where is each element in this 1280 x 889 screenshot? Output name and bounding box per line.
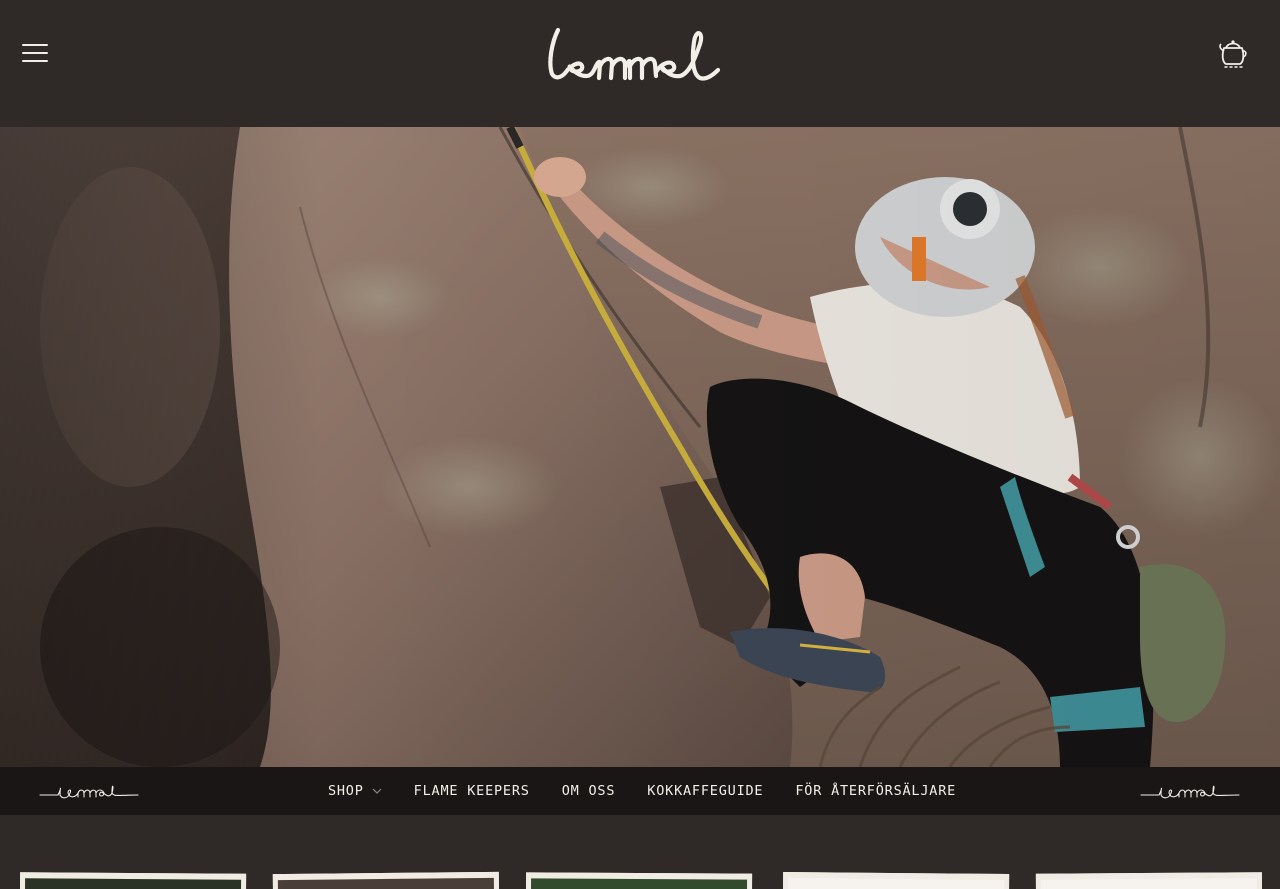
nav-item-flame-keepers[interactable]: FLAME KEEPERS bbox=[414, 783, 530, 799]
nav-label: FÖR ÅTERFÖRSÄLJARE bbox=[795, 783, 957, 799]
site-header: lemmel bbox=[0, 0, 1280, 127]
nav-item-shop[interactable]: SHOP bbox=[328, 783, 382, 799]
nav-item-aterforsaljare[interactable]: FÖR ÅTERFÖRSÄLJARE bbox=[795, 783, 956, 799]
product-card[interactable] bbox=[525, 872, 753, 889]
nav-links: SHOP FLAME KEEPERS OM OSS KOKKAFFEGUIDE … bbox=[0, 767, 1280, 815]
menu-line bbox=[22, 44, 48, 46]
kettle-icon-graphic bbox=[1219, 40, 1247, 68]
signature-logo-graphic bbox=[1140, 785, 1240, 799]
product-card[interactable] bbox=[782, 872, 1010, 889]
product-image bbox=[277, 877, 495, 889]
main-navigation: SHOP FLAME KEEPERS OM OSS KOKKAFFEGUIDE … bbox=[0, 767, 1280, 815]
nav-label: KOKKAFFEGUIDE bbox=[647, 783, 764, 799]
menu-line bbox=[22, 52, 48, 54]
product-card[interactable] bbox=[1035, 872, 1263, 889]
nav-label: OM OSS bbox=[561, 783, 616, 799]
product-card[interactable] bbox=[272, 871, 500, 889]
kettle-cart-icon[interactable] bbox=[1216, 36, 1250, 70]
nav-item-om-oss[interactable]: OM OSS bbox=[562, 783, 616, 799]
nav-label: FLAME KEEPERS bbox=[413, 783, 530, 799]
product-grid bbox=[0, 815, 1280, 889]
product-image bbox=[530, 878, 748, 889]
product-image bbox=[24, 878, 242, 889]
nav-item-kokkaffeguide[interactable]: KOKKAFFEGUIDE bbox=[647, 783, 763, 799]
product-card[interactable] bbox=[19, 872, 247, 889]
hero-banner bbox=[0, 127, 1280, 767]
product-image bbox=[787, 878, 1005, 889]
brand-logo[interactable]: lemmel bbox=[546, 22, 734, 84]
chevron-down-icon bbox=[372, 788, 382, 794]
menu-line bbox=[22, 60, 48, 62]
climber-hero-image bbox=[0, 127, 1280, 767]
product-image bbox=[1040, 878, 1258, 889]
hamburger-menu-icon[interactable] bbox=[22, 42, 48, 64]
signature-logo-right bbox=[1139, 781, 1241, 803]
nav-label: SHOP bbox=[327, 783, 364, 799]
